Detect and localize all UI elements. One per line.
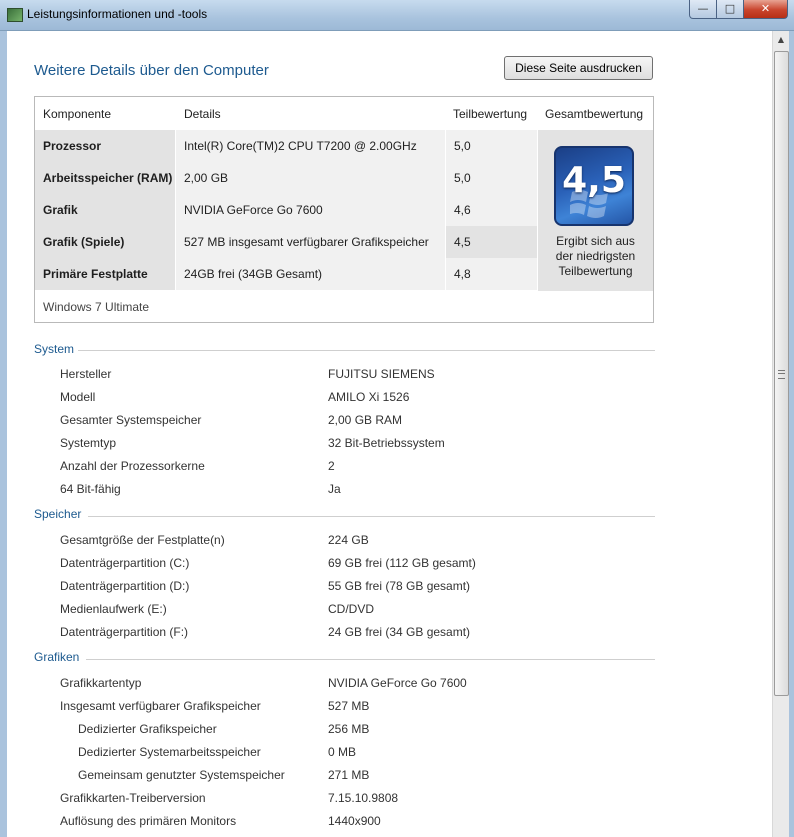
details-cell: 527 MB insgesamt verfügbarer Grafikspeic… [176,226,445,258]
column-header-subscore: Teilbewertung [453,107,528,121]
table-row: Grafik (Spiele) 527 MB insgesamt verfügb… [35,226,537,258]
content-area: Weitere Details über den Computer Diese … [7,31,772,837]
table-row: Grafik NVIDIA GeForce Go 7600 4,6 [35,194,537,226]
component-cell: Prozessor [35,130,175,162]
column-header-component: Komponente [43,107,112,121]
details-cell: Intel(R) Core(TM)2 CPU T7200 @ 2.00GHz [176,130,445,162]
grip-icon [778,370,785,379]
component-cell: Grafik (Spiele) [35,226,175,258]
property-value: FUJITSU SIEMENS [328,367,435,381]
section-title-graphics: Grafiken [34,650,80,664]
property-value: NVIDIA GeForce Go 7600 [328,676,467,690]
component-cell: Arbeitsspeicher (RAM) [35,162,175,194]
details-cell: 24GB frei (34GB Gesamt) [176,258,445,290]
section-title-storage: Speicher [34,507,82,521]
app-icon [7,8,23,22]
scroll-up-arrow-icon[interactable]: ▲ [773,33,789,47]
property-label: Dedizierter Grafikspeicher [78,722,217,736]
details-cell: 2,00 GB [176,162,445,194]
title-bar[interactable]: Leistungsinformationen und -tools — □ ✕ [0,0,794,31]
minimize-button[interactable]: — [689,0,717,19]
overall-score-value: 4,5 [562,160,626,201]
section-title-system: System [34,342,75,356]
section-divider [86,659,655,660]
overall-note-line: der niedrigsten [555,249,636,263]
table-row: Prozessor Intel(R) Core(TM)2 CPU T7200 @… [35,130,537,162]
page-title: Weitere Details über den Computer [34,62,269,79]
column-header-overall: Gesamtbewertung [545,107,644,121]
property-label: Datenträgerpartition (C:) [60,556,190,570]
property-label: Datenträgerpartition (F:) [60,625,189,639]
component-cell: Primäre Festplatte [35,258,175,290]
property-value: 2,00 GB RAM [328,413,403,427]
property-value: 527 MB [328,699,370,713]
property-value: 224 GB [328,533,369,547]
maximize-icon: □ [724,2,736,15]
subscore-cell: 4,5 [446,226,537,258]
property-label: 64 Bit-fähig [60,482,121,496]
subscore-cell: 5,0 [446,130,537,162]
vertical-scrollbar[interactable]: ▲ [772,31,789,837]
property-value: 24 GB frei (34 GB gesamt) [328,625,471,639]
maximize-button[interactable]: □ [716,0,744,19]
property-value: 2 [328,459,335,473]
property-label: Medienlaufwerk (E:) [60,602,167,616]
property-label: Systemtyp [60,436,117,450]
property-value: 0 MB [328,745,357,759]
property-label: Hersteller [60,367,112,381]
property-label: Grafikkartentyp [60,676,142,690]
overall-score-note: Ergibt sich aus der niedrigsten Teilbewe… [538,234,653,279]
window-title: Leistungsinformationen und -tools [27,7,208,21]
property-value: 271 MB [328,768,370,782]
property-label: Gesamtgröße der Festplatte(n) [60,533,225,547]
table-row: Primäre Festplatte 24GB frei (34GB Gesam… [35,258,537,290]
section-divider [88,516,655,517]
subscore-cell: 4,6 [446,194,537,226]
property-label: Dedizierter Systemarbeitsspeicher [78,745,261,759]
property-label: Insgesamt verfügbarer Grafikspeicher [60,699,261,713]
subscore-cell: 4,8 [446,258,537,290]
subscore-cell: 5,0 [446,162,537,194]
property-label: Grafikkarten-Treiberversion [60,791,206,805]
table-row: Arbeitsspeicher (RAM) 2,00 GB 5,0 [35,162,537,194]
close-icon: ✕ [760,2,771,15]
section-divider [78,350,655,351]
property-value: 7.15.10.9808 [328,791,399,805]
print-page-button[interactable]: Diese Seite ausdrucken [504,56,653,80]
os-edition: Windows 7 Ultimate [43,300,150,314]
property-value: 32 Bit-Betriebssystem [328,436,445,450]
component-cell: Grafik [35,194,175,226]
overall-score-panel: 4,5 Ergibt sich aus der niedrigsten Teil… [538,130,653,291]
property-label: Anzahl der Prozessorkerne [60,459,205,473]
property-label: Datenträgerpartition (D:) [60,579,190,593]
property-value: 1440x900 [328,814,381,828]
close-button[interactable]: ✕ [743,0,788,19]
property-label: Gesamter Systemspeicher [60,413,202,427]
scrollbar-thumb[interactable] [774,51,789,696]
property-value: Ja [328,482,341,496]
property-value: 256 MB [328,722,370,736]
column-header-details: Details [184,107,221,121]
property-label: Auflösung des primären Monitors [60,814,237,828]
rating-table: Komponente Details Teilbewertung Gesamtb… [34,96,654,323]
property-label: Modell [60,390,96,404]
minimize-icon: — [697,2,709,15]
property-value: 55 GB frei (78 GB gesamt) [328,579,471,593]
details-cell: NVIDIA GeForce Go 7600 [176,194,445,226]
property-value: CD/DVD [328,602,375,616]
overall-note-line: Teilbewertung [558,264,633,278]
property-value: AMILO Xi 1526 [328,390,410,404]
property-value: 69 GB frei (112 GB gesamt) [328,556,476,570]
window-frame-left [0,31,7,837]
overall-note-line: Ergibt sich aus [556,234,635,248]
property-label: Gemeinsam genutzter Systemspeicher [78,768,285,782]
score-badge: 4,5 [554,146,634,226]
